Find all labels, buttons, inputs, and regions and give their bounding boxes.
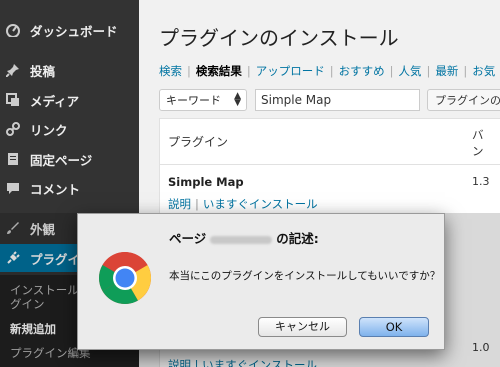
install-now-link[interactable]: いますぐインストール [203, 197, 318, 211]
subnav-newest[interactable]: 最新 [435, 64, 458, 78]
page-title: プラグインのインストール [159, 26, 399, 50]
separator: | [463, 64, 468, 78]
page-icon [6, 152, 20, 166]
sidebar-item-label: 投稿 [30, 63, 56, 79]
ok-button[interactable]: OK [359, 317, 429, 337]
search-input[interactable]: Simple Map [255, 89, 420, 111]
separator: | [426, 64, 431, 78]
comment-icon [6, 181, 20, 195]
link-icon [6, 122, 20, 136]
sidebar-item-label: 固定ページ [30, 152, 93, 168]
dashboard-icon [6, 23, 20, 37]
sidebar-item-label: ダッシュボード [30, 23, 118, 39]
pin-icon [6, 63, 20, 77]
blurred-hostname [210, 235, 273, 244]
dialog-title-prefix: ページ [169, 231, 207, 246]
dialog-message: 本当にこのプラグインをインストールしてもいいですか？ [169, 270, 441, 282]
separator: | [389, 64, 394, 78]
subnav-favorites[interactable]: お気 [472, 64, 495, 78]
search-type-select[interactable]: キーワード ▲ ▼ [159, 89, 247, 111]
subnav-search-results[interactable]: 検索結果 [196, 64, 242, 78]
search-input-value: Simple Map [261, 93, 332, 107]
confirm-dialog: ページ の記述: 本当にこのプラグインをインストールしてもいいですか？ キャンセル… [77, 213, 445, 350]
install-subnav: 検索 | 検索結果 | アップロード | おすすめ | 人気 | 最新 | お気 [159, 63, 495, 79]
column-header-version: バン [472, 128, 484, 158]
subnav-search[interactable]: 検索 [159, 64, 182, 78]
sidebar-item-links[interactable]: リンク [0, 115, 139, 143]
sidebar-item-label: コメント [30, 181, 81, 197]
subnav-featured[interactable]: おすすめ [339, 64, 385, 78]
sidebar-item-posts[interactable]: 投稿 [0, 56, 139, 84]
plugin-row-actions: 説明 | いますぐインストール [168, 196, 318, 212]
sidebar-item-media[interactable]: メディア [0, 86, 139, 114]
dialog-title-suffix: の記述: [276, 231, 319, 246]
sidebar-item-comments[interactable]: コメント [0, 174, 139, 202]
sidebar-item-dashboard[interactable]: ダッシュボード [0, 16, 139, 44]
details-link[interactable]: 説明 [168, 197, 191, 211]
separator: | [329, 64, 334, 78]
header-divider [160, 164, 500, 165]
plugin-version: 1.3 [472, 175, 490, 188]
search-plugins-button[interactable]: プラグインの [427, 89, 500, 111]
separator: | [195, 197, 199, 211]
subnav-upload[interactable]: アップロード [256, 64, 325, 78]
chrome-logo-icon [99, 252, 151, 304]
sidebar-item-label: メディア [30, 93, 80, 109]
separator: | [246, 64, 251, 78]
media-icon [6, 93, 20, 107]
select-arrows-icon: ▲ ▼ [234, 91, 241, 108]
column-header-plugin: プラグイン [168, 135, 229, 149]
sidebar-item-label: リンク [30, 122, 68, 138]
sidebar-item-pages[interactable]: 固定ページ [0, 145, 139, 173]
plugin-name: Simple Map [168, 175, 244, 189]
cancel-button[interactable]: キャンセル [258, 317, 347, 337]
separator: | [187, 64, 191, 78]
dialog-title: ページ の記述: [169, 228, 319, 247]
select-value: キーワード [166, 94, 221, 107]
subnav-popular[interactable]: 人気 [399, 64, 422, 78]
